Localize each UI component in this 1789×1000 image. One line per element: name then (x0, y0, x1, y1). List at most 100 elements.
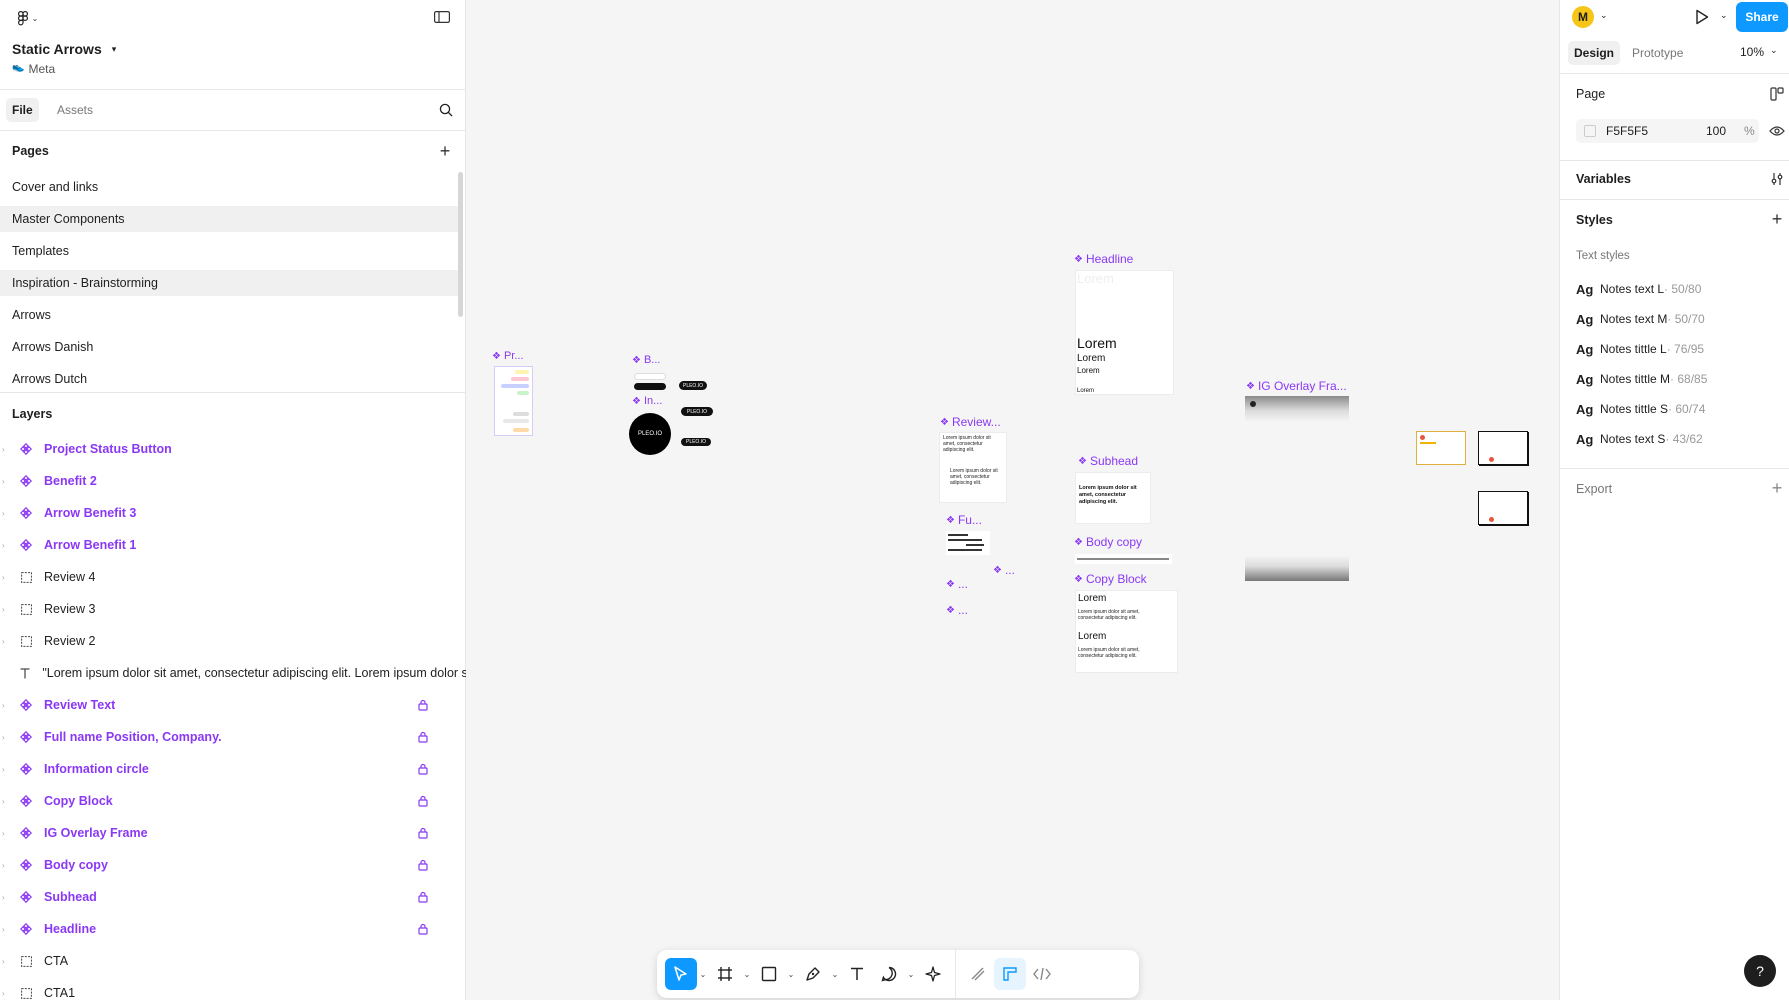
canvas-label-review-text[interactable]: ❖ Review... (940, 415, 1001, 429)
zoom-control[interactable]: 10% ⌄ (1740, 45, 1778, 59)
layer-item[interactable]: › Subhead (0, 884, 466, 910)
tab-file[interactable]: File (6, 98, 39, 122)
layer-item[interactable]: › Arrow Benefit 3 (0, 500, 466, 526)
review-card[interactable] (1478, 431, 1528, 465)
canvas-label-headline[interactable]: ❖ Headline (1074, 252, 1133, 266)
comment-tool-button[interactable] (873, 958, 905, 990)
project-status-frame[interactable] (494, 366, 533, 436)
chevron-right-icon[interactable]: › (0, 637, 8, 646)
chevron-down-icon[interactable]: ⌄ (697, 970, 709, 979)
review-card[interactable] (1478, 491, 1528, 525)
chevron-right-icon[interactable]: › (0, 509, 8, 518)
layer-item[interactable]: › Benefit 2 (0, 468, 466, 494)
chevron-right-icon[interactable]: › (0, 733, 8, 742)
chevron-down-icon[interactable]: ⌄ (1600, 10, 1608, 21)
visibility-toggle[interactable] (1768, 122, 1786, 140)
pleo-pill[interactable]: PLEO.IO (681, 438, 711, 446)
text-tool-button[interactable] (841, 958, 873, 990)
variables-button[interactable] (1768, 170, 1786, 188)
full-name-frame[interactable] (946, 531, 990, 555)
canvas-label-project-status[interactable]: ❖ Pr... (492, 350, 524, 362)
canvas-label-component[interactable]: ❖... (946, 603, 968, 617)
canvas-label-full-name[interactable]: ❖ Fu... (946, 513, 982, 527)
chevron-down-icon[interactable]: ⌄ (785, 970, 797, 979)
layer-item[interactable]: › Review Text (0, 692, 466, 718)
shape-tool-button[interactable] (753, 958, 785, 990)
layer-item[interactable]: › Review 3 (0, 596, 466, 622)
headline-frame[interactable]: Lorem Lorem Lorem Lorem Lorem (1075, 270, 1174, 395)
page-color-field[interactable]: F5F5F5 100 % (1576, 119, 1759, 143)
add-export-button[interactable]: + (1768, 479, 1786, 497)
lock-icon[interactable] (418, 731, 428, 743)
chevron-down-icon[interactable]: ⌄ (1720, 10, 1728, 21)
layer-item[interactable]: › IG Overlay Frame (0, 820, 466, 846)
chevron-right-icon[interactable]: › (0, 541, 8, 550)
layer-item[interactable]: › Arrow Benefit 1 (0, 532, 466, 558)
layer-item[interactable]: › Project Status Button (0, 436, 466, 462)
frame-tool-button[interactable] (709, 958, 741, 990)
lock-icon[interactable] (418, 827, 428, 839)
chevron-right-icon[interactable]: › (0, 893, 8, 902)
toggle-sidebar-button[interactable] (430, 8, 454, 26)
ai-tool-button[interactable] (917, 958, 949, 990)
chevron-right-icon[interactable]: › (0, 573, 8, 582)
project-name[interactable]: 👟 Meta (12, 62, 55, 76)
page-settings-button[interactable] (1768, 85, 1786, 103)
help-button[interactable]: ? (1744, 955, 1776, 987)
text-style-item[interactable]: Ag Notes tittle S · 60/74 (1576, 397, 1705, 421)
canvas-label-copy-block[interactable]: ❖ Copy Block (1074, 572, 1147, 586)
page-item[interactable]: Master Components (0, 206, 458, 232)
chevron-right-icon[interactable]: › (0, 477, 8, 486)
pleo-pill[interactable]: PLEO.IO (681, 407, 713, 416)
canvas[interactable]: ❖ Pr... ❖ B... PLEO.IO PLEO.IO PLEO.IO ❖ In… (466, 0, 1559, 1000)
chevron-down-icon[interactable]: ⌄ (829, 970, 841, 979)
canvas-label-benefit[interactable]: ❖ B... (632, 354, 660, 366)
search-button[interactable] (434, 100, 458, 120)
lock-icon[interactable] (418, 795, 428, 807)
tab-assets[interactable]: Assets (51, 98, 99, 122)
layer-item[interactable]: › Full name Position, Company. (0, 724, 466, 750)
canvas-label-body-copy[interactable]: ❖ Body copy (1074, 535, 1142, 549)
layer-item[interactable]: › Review 4 (0, 564, 466, 590)
lock-icon[interactable] (418, 699, 428, 711)
add-style-button[interactable]: + (1768, 210, 1786, 228)
tab-prototype[interactable]: Prototype (1626, 41, 1689, 65)
lock-icon[interactable] (418, 923, 428, 935)
text-style-item[interactable]: Ag Notes text L · 50/80 (1576, 277, 1701, 301)
lock-icon[interactable] (418, 859, 428, 871)
review-text-frame[interactable]: Lorem ipsum dolor sit amet, consectetur … (939, 432, 1007, 503)
chevron-right-icon[interactable]: › (0, 925, 8, 934)
layer-item[interactable]: › CTA (0, 948, 466, 974)
chevron-right-icon[interactable]: › (0, 765, 8, 774)
layer-item[interactable]: › Review 2 (0, 628, 466, 654)
canvas-label-component[interactable]: ❖... (946, 577, 968, 591)
page-item[interactable]: Templates (0, 238, 458, 264)
canvas-label-information-circle[interactable]: ❖ In... (632, 395, 662, 407)
share-button[interactable]: Share (1736, 2, 1788, 32)
pleo-pill[interactable]: PLEO.IO (679, 381, 707, 390)
page-item[interactable]: Cover and links (0, 174, 458, 200)
chevron-right-icon[interactable]: › (0, 445, 8, 454)
chevron-right-icon[interactable]: › (0, 701, 8, 710)
ig-overlay-frame[interactable] (1245, 396, 1349, 581)
page-item[interactable]: Arrows Dutch (0, 366, 458, 392)
body-copy-frame[interactable] (1075, 554, 1172, 564)
file-title[interactable]: Static Arrows ▾ (12, 41, 116, 57)
chevron-down-icon[interactable]: ⌄ (741, 970, 753, 979)
tab-design[interactable]: Design (1568, 41, 1621, 65)
information-circle[interactable]: PLEO.IO (629, 413, 671, 455)
dev-mode-button[interactable] (1026, 958, 1058, 990)
user-avatar[interactable]: M (1572, 6, 1594, 28)
canvas-label-component[interactable]: ❖... (993, 563, 1015, 577)
draw-mode-button[interactable] (962, 958, 994, 990)
chevron-down-icon[interactable]: ⌄ (905, 970, 917, 979)
cta-button-dark[interactable] (634, 383, 666, 390)
copy-block-frame[interactable]: Lorem Lorem ipsum dolor sit amet, consec… (1075, 590, 1178, 673)
chevron-right-icon[interactable]: › (0, 605, 8, 614)
text-style-item[interactable]: Ag Notes text S · 43/62 (1576, 427, 1703, 451)
chevron-right-icon[interactable]: › (0, 957, 8, 966)
subhead-frame[interactable]: Lorem ipsum dolor sit amet, consectetur … (1075, 472, 1151, 524)
review-card[interactable] (1416, 431, 1466, 465)
layer-item[interactable]: › Headline (0, 916, 466, 942)
chevron-right-icon[interactable]: › (0, 797, 8, 806)
